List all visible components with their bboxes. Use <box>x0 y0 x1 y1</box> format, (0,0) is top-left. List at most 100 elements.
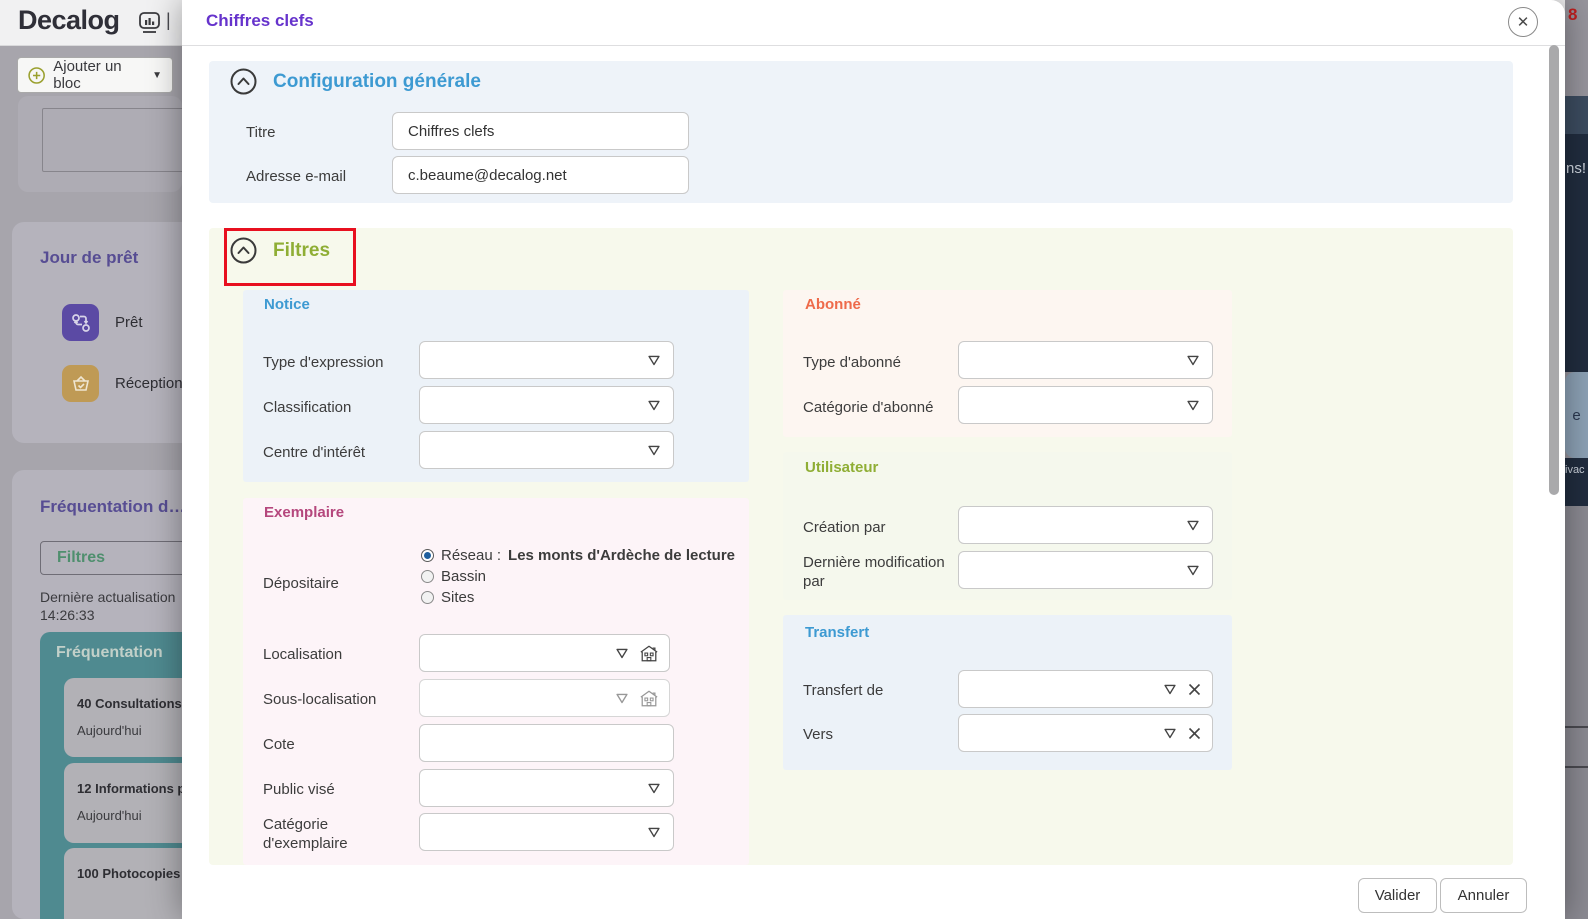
dropdown-triangle-icon[interactable] <box>1184 561 1202 579</box>
radio-bassin[interactable]: Bassin <box>421 566 735 587</box>
right-edge-divider <box>1565 766 1588 768</box>
dropdown-triangle-icon[interactable] <box>645 823 663 841</box>
modal-title: Chiffres clefs <box>206 11 314 31</box>
list-item-label: Réception <box>115 375 183 392</box>
app-logo: Decalog <box>18 5 120 36</box>
panel-title: Fréquentation <box>56 644 163 662</box>
radio-reseau[interactable]: Réseau : Les monts d'Ardèche de lecture <box>421 545 735 566</box>
section-configuration: Configuration générale Titre Adresse e-m… <box>209 61 1513 203</box>
public-vise-field <box>419 769 674 807</box>
public-vise-input[interactable] <box>420 780 645 797</box>
vers-input[interactable] <box>959 725 1161 742</box>
dropdown-triangle-icon[interactable] <box>1184 351 1202 369</box>
transfert-de-field <box>958 670 1213 708</box>
list-item[interactable]: Réception <box>62 365 183 402</box>
list-item-label: Prêt <box>115 314 143 331</box>
creation-par-input[interactable] <box>959 517 1184 534</box>
field-label: Public visé <box>263 780 335 799</box>
field-label: Sous-localisation <box>263 690 376 709</box>
classification-field <box>419 386 674 424</box>
dropdown-triangle-icon[interactable] <box>645 441 663 459</box>
field-label: Dépositaire <box>263 574 339 593</box>
classification-input[interactable] <box>420 397 645 414</box>
card-title: Jour de prêt <box>40 248 138 268</box>
cancel-button[interactable]: Annuler <box>1440 878 1527 913</box>
clear-x-icon[interactable] <box>1187 682 1202 697</box>
dropdown-triangle-icon[interactable] <box>1184 396 1202 414</box>
dashboard-icon[interactable] <box>138 11 161 35</box>
clear-x-icon[interactable] <box>1187 726 1202 741</box>
right-edge-block <box>1565 96 1588 134</box>
radio-icon <box>421 591 434 604</box>
field-label: Centre d'intérêt <box>263 443 413 462</box>
localisation-input[interactable] <box>420 645 613 662</box>
type-expression-field <box>419 341 674 379</box>
categorie-exemplaire-input[interactable] <box>420 824 645 841</box>
notification-badge: 8 <box>1568 5 1577 25</box>
titre-input[interactable] <box>393 123 678 140</box>
panel-exemplaire: Exemplaire Dépositaire Réseau : Les mont… <box>243 498 749 865</box>
header-divider: | <box>166 10 171 31</box>
derniere-modif-input[interactable] <box>959 562 1184 579</box>
vers-field <box>958 714 1213 752</box>
dropdown-triangle-icon[interactable] <box>645 396 663 414</box>
right-edge-divider <box>1565 726 1588 728</box>
right-edge-text-fragment: ivac <box>1565 464 1585 476</box>
email-input[interactable] <box>393 167 678 184</box>
card-title: Fréquentation d… <box>40 497 185 517</box>
centre-interet-field <box>419 431 674 469</box>
transfert-de-input[interactable] <box>959 681 1161 698</box>
dropdown-triangle-icon[interactable] <box>1161 724 1179 742</box>
building-icon[interactable] <box>639 644 659 663</box>
email-field <box>392 156 689 194</box>
field-label: Localisation <box>263 645 342 664</box>
right-edge-block <box>1565 506 1588 919</box>
modal-titlebar <box>182 0 1565 46</box>
categorie-abonne-input[interactable] <box>959 397 1184 414</box>
panel-title: Abonné <box>805 296 861 313</box>
cote-field <box>419 724 674 762</box>
plus-circle-icon <box>28 66 45 85</box>
field-label: Création par <box>803 518 886 537</box>
collapse-chevron-icon[interactable] <box>230 68 257 95</box>
panel-notice: Notice Type d'expression Classification … <box>243 290 749 482</box>
radio-selected-icon <box>421 549 434 562</box>
field-label: Vers <box>803 725 833 744</box>
field-label: Type d'abonné <box>803 353 901 372</box>
categorie-abonne-field <box>958 386 1213 424</box>
titre-field <box>392 112 689 150</box>
sous-localisation-input[interactable] <box>420 690 613 707</box>
dropdown-triangle-icon <box>613 689 631 707</box>
dropdown-triangle-icon[interactable] <box>645 779 663 797</box>
radio-icon <box>421 570 434 583</box>
validate-button[interactable]: Valider <box>1358 878 1437 913</box>
add-block-label: Ajouter un bloc <box>53 58 144 92</box>
panel-utilisateur: Utilisateur Création par Dernière modifi… <box>783 452 1232 600</box>
list-item[interactable]: Prêt <box>62 304 143 341</box>
building-icon <box>639 689 659 708</box>
dropdown-triangle-icon[interactable] <box>1184 516 1202 534</box>
panel-title: Utilisateur <box>805 459 878 476</box>
radio-sites[interactable]: Sites <box>421 587 735 608</box>
panel-title: Transfert <box>805 624 869 641</box>
panel-title: Exemplaire <box>264 504 344 521</box>
type-abonne-input[interactable] <box>959 352 1184 369</box>
panel-transfert: Transfert Transfert de Vers <box>783 615 1232 770</box>
creation-par-field <box>958 506 1213 544</box>
cote-input[interactable] <box>420 735 663 752</box>
type-expression-input[interactable] <box>420 352 645 369</box>
centre-interet-input[interactable] <box>420 442 645 459</box>
close-icon[interactable]: ✕ <box>1508 7 1538 37</box>
dropdown-triangle-icon[interactable] <box>645 351 663 369</box>
reception-basket-icon <box>62 365 99 402</box>
field-label: Catégorie d'exemplaire <box>263 815 383 853</box>
field-label: Classification <box>263 398 413 417</box>
add-block-button[interactable]: Ajouter un bloc ▼ <box>17 57 173 93</box>
right-edge-button-fragment: e <box>1565 372 1588 458</box>
field-label: Adresse e-mail <box>246 167 346 186</box>
modal-scrollbar-thumb[interactable] <box>1549 45 1559 495</box>
dropdown-triangle-icon[interactable] <box>1161 680 1179 698</box>
annotation-highlight-box <box>224 228 356 286</box>
dropdown-triangle-icon[interactable] <box>613 644 631 662</box>
field-label: Dernière modification par <box>803 553 953 591</box>
